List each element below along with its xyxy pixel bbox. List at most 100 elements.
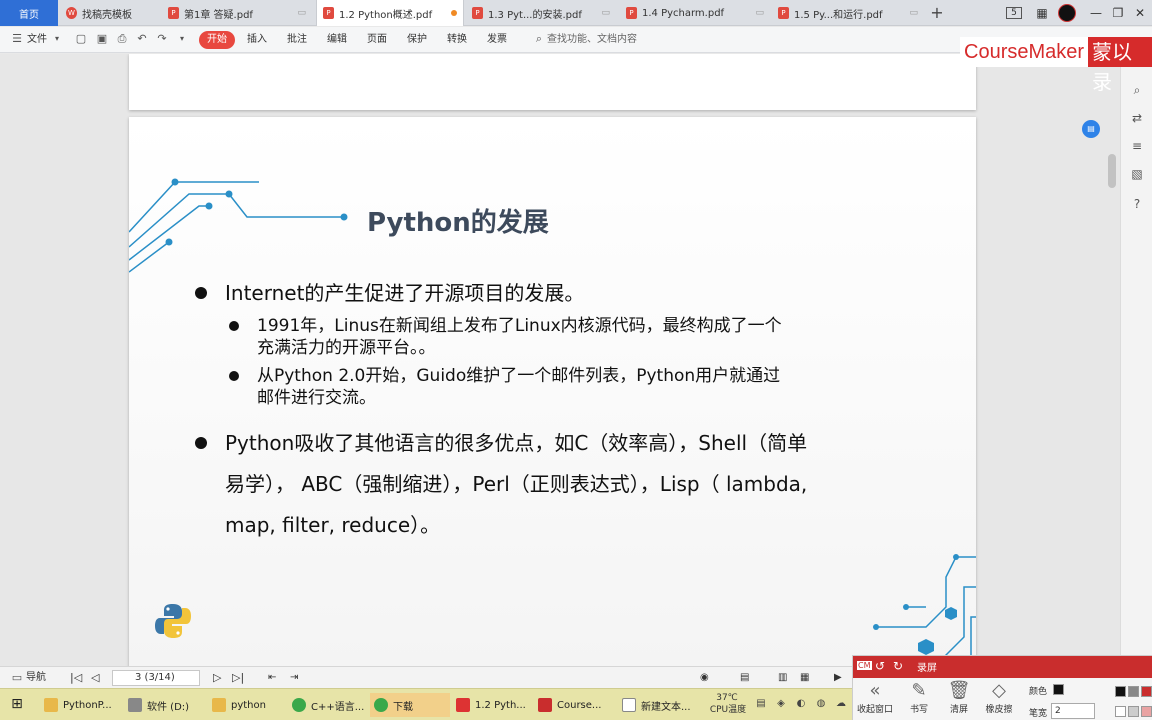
grid-icon[interactable]: ▦ — [1032, 3, 1052, 23]
prev-page-button[interactable]: ◁ — [91, 670, 99, 686]
tab-python-run[interactable]: P 1.5 Py...和运行.pdf ▭ — [772, 0, 924, 26]
tab-edit[interactable]: 编辑 — [327, 31, 347, 49]
color-swatch-red[interactable] — [1141, 686, 1152, 697]
tab-python-install[interactable]: P 1.3 Pyt...的安装.pdf ▭ — [466, 0, 616, 26]
tab-protect[interactable]: 保护 — [407, 31, 427, 49]
continuous-view-icon[interactable]: ▥ — [778, 670, 787, 686]
taskbar-item[interactable]: 1.2 Pyth... — [456, 693, 534, 717]
tab-cloud-icon[interactable]: ▭ — [755, 8, 764, 18]
taskbar-item[interactable]: 新建文本... — [622, 693, 702, 717]
unsaved-dot-icon — [451, 10, 457, 16]
taskbar-item[interactable]: C++语言... — [292, 693, 368, 717]
help-icon[interactable]: ? — [1129, 196, 1145, 212]
undo-icon[interactable]: ↶ — [135, 32, 149, 46]
pdf-page: Python的发展 Internet的产生促进了开源项目的发展。 1991年，L… — [129, 117, 976, 666]
forward-icon[interactable]: ⇥ — [290, 670, 298, 686]
tab-page[interactable]: 页面 — [367, 31, 387, 49]
tray-icon[interactable]: ◈ — [774, 697, 788, 711]
taskbar-item[interactable]: 软件 (D:) — [128, 693, 208, 717]
pdf-icon: P — [472, 7, 483, 19]
page-number-input[interactable]: 3 (3/14) — [112, 670, 200, 686]
bullet-linux-line2: 充满活力的开源平台。。 — [257, 338, 436, 358]
save-icon[interactable]: ▣ — [95, 32, 109, 46]
new-tab-button[interactable]: + — [928, 2, 946, 24]
tab-chapter1[interactable]: P 第1章 答疑.pdf ▭ — [162, 0, 312, 26]
translate-icon[interactable]: ⇄ — [1129, 110, 1145, 126]
floating-assistant-icon[interactable]: ▤ — [1082, 120, 1100, 138]
double-page-view-icon[interactable]: ▦ — [800, 670, 809, 686]
tab-invoice[interactable]: 发票 — [487, 31, 507, 49]
current-color-swatch[interactable] — [1053, 684, 1064, 695]
eraser-button[interactable]: ◇ 橡皮擦 — [979, 680, 1019, 715]
document-viewer[interactable]: Python的发展 Internet的产生促进了开源项目的发展。 1991年，L… — [0, 54, 1120, 666]
undo-icon[interactable]: ↺ — [875, 659, 885, 673]
more-chevron-icon[interactable]: ▾ — [175, 32, 189, 46]
taskbar-item[interactable]: python — [212, 693, 288, 717]
redo-icon[interactable]: ↷ — [155, 32, 169, 46]
tab-cloud-icon[interactable]: ▭ — [601, 8, 610, 18]
taskbar-label: PythonP... — [63, 699, 112, 711]
back-icon[interactable]: ⇤ — [268, 670, 276, 686]
vertical-scrollbar[interactable] — [1108, 154, 1116, 188]
nav-panel-icon[interactable]: ▭ — [10, 671, 24, 685]
taskbar-label: 新建文本... — [641, 701, 691, 713]
single-page-view-icon[interactable]: ▤ — [740, 670, 749, 686]
tab-cloud-icon[interactable]: ▭ — [909, 8, 918, 18]
nav-button[interactable]: 导航 — [26, 670, 46, 686]
taskbar-item[interactable]: PythonP... — [44, 693, 124, 717]
color-swatch-black[interactable] — [1115, 686, 1126, 697]
window-count-badge[interactable]: 5 — [1006, 7, 1022, 19]
tab-cloud-icon[interactable]: ▭ — [297, 8, 306, 18]
first-page-button[interactable]: |◁ — [70, 670, 82, 686]
restore-button[interactable]: ❐ — [1108, 3, 1128, 23]
taskbar-label: C++语言... — [311, 701, 365, 713]
tab-insert[interactable]: 插入 — [247, 31, 267, 49]
tray-icon[interactable]: ◐ — [794, 697, 808, 711]
zoom-search-icon[interactable]: ⌕ — [1129, 82, 1145, 98]
write-button[interactable]: ✎ 书写 — [899, 680, 939, 715]
windows-start-icon[interactable]: ⊞ — [10, 697, 24, 711]
tab-start[interactable]: 开始 — [199, 31, 235, 49]
tab-convert[interactable]: 转换 — [447, 31, 467, 49]
tab-annotate[interactable]: 批注 — [287, 31, 307, 49]
python-logo-icon — [155, 604, 191, 638]
tab-template[interactable]: W 找稿壳模板 — [60, 0, 160, 26]
collapse-window-button[interactable]: « 收起窗口 — [855, 680, 895, 715]
avatar[interactable] — [1058, 4, 1076, 22]
tab-home[interactable]: 首页 — [0, 0, 58, 26]
tray-icon[interactable]: ◍ — [814, 697, 828, 711]
play-icon[interactable]: ▶ — [834, 670, 842, 686]
open-folder-icon[interactable]: ▢ — [74, 32, 88, 46]
redo-icon[interactable]: ↻ — [893, 659, 903, 673]
color-swatch-pink[interactable] — [1141, 706, 1152, 717]
folder-icon — [212, 698, 226, 712]
file-menu[interactable]: 文件 — [27, 31, 47, 49]
close-button[interactable]: ✕ — [1130, 3, 1150, 23]
compare-icon[interactable]: ▧ — [1129, 166, 1145, 182]
chevron-down-icon[interactable]: ▾ — [50, 32, 64, 46]
clear-screen-button[interactable]: 🗑 清屏 — [939, 680, 979, 715]
taskbar-item[interactable]: Course... — [538, 693, 618, 717]
recorder-header: CM ↺ ↻ 录屏 — [853, 656, 1152, 678]
tab-pycharm[interactable]: P 1.4 Pycharm.pdf ▭ — [620, 0, 770, 26]
coursemaker-name: CourseMaker — [960, 37, 1089, 67]
color-swatch-white[interactable] — [1115, 706, 1126, 717]
last-page-button[interactable]: ▷| — [232, 670, 244, 686]
taskbar-item[interactable]: 下载 — [370, 693, 450, 717]
cloud-icon[interactable]: ☁ — [834, 697, 848, 711]
next-page-button[interactable]: ▷ — [213, 670, 221, 686]
pen-width-input[interactable]: 2 — [1051, 703, 1095, 719]
tab-label: 1.4 Pycharm.pdf — [642, 7, 725, 19]
network-icon[interactable]: ▤ — [754, 697, 768, 711]
tab-python-overview[interactable]: P 1.2 Python概述.pdf — [316, 0, 464, 26]
color-swatch-lightgray[interactable] — [1128, 706, 1139, 717]
clear-label: 清屏 — [949, 705, 968, 715]
minimize-button[interactable]: — — [1086, 3, 1106, 23]
color-swatch-gray[interactable] — [1128, 686, 1139, 697]
settings-sliders-icon[interactable]: ≡ — [1129, 138, 1145, 154]
menu-icon[interactable]: ☰ — [10, 32, 24, 46]
print-icon[interactable]: ⎙ — [115, 32, 129, 46]
windows-taskbar: ⊞ PythonP... 软件 (D:) python C++语言... 下载 … — [0, 688, 852, 720]
eye-view-icon[interactable]: ◉ — [700, 670, 709, 686]
search-input[interactable]: 查找功能、文档内容 — [547, 31, 637, 49]
